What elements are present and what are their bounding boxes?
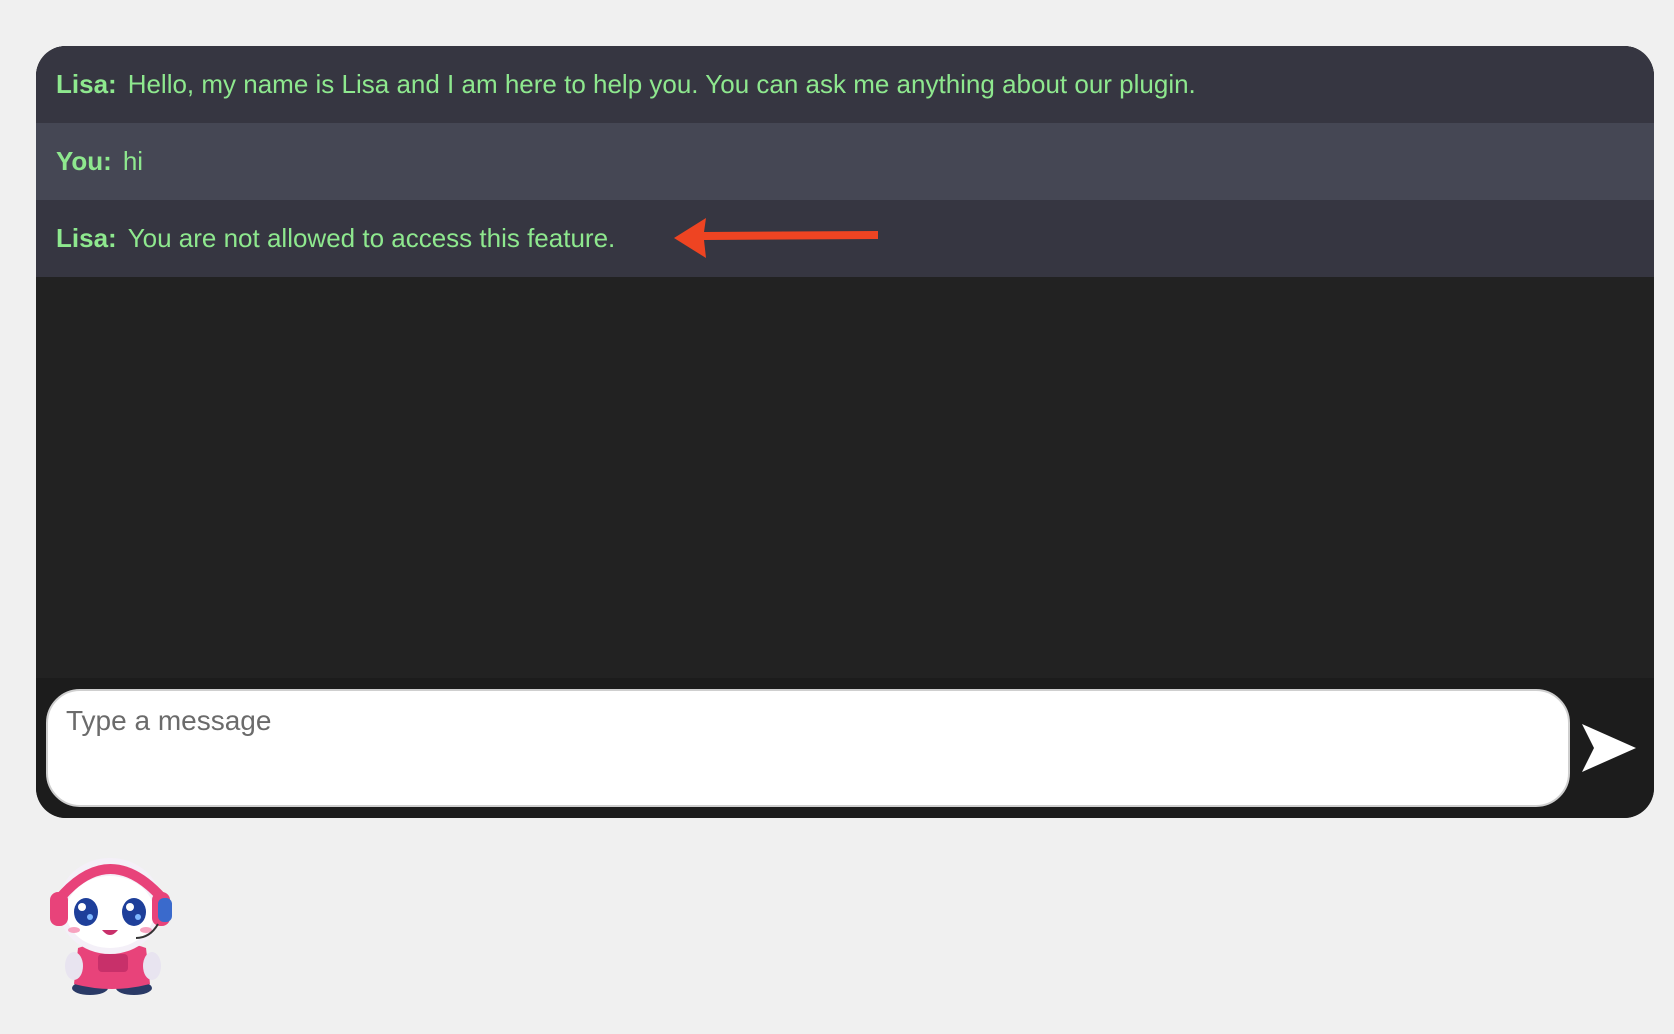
message-row-bot: Lisa: Hello, my name is Lisa and I am he… bbox=[36, 46, 1654, 123]
robot-mascot-icon[interactable] bbox=[46, 848, 180, 998]
message-row-user: You: hi bbox=[36, 123, 1654, 200]
message-text: hi bbox=[122, 146, 144, 176]
message-text: You are not allowed to access this featu… bbox=[127, 223, 616, 253]
red-arrow-left-icon bbox=[674, 218, 878, 258]
message-text: Hello, my name is Lisa and I am here to … bbox=[127, 69, 1196, 99]
chat-window: Lisa: Hello, my name is Lisa and I am he… bbox=[36, 46, 1654, 818]
send-button[interactable] bbox=[1580, 722, 1638, 774]
message-sender: Lisa: bbox=[56, 223, 117, 253]
message-sender: You: bbox=[56, 146, 112, 176]
input-bar bbox=[36, 678, 1654, 818]
message-row-bot: Lisa: You are not allowed to access this… bbox=[36, 200, 1654, 277]
send-arrow-icon bbox=[1582, 724, 1636, 772]
message-input[interactable] bbox=[46, 689, 1570, 807]
message-sender: Lisa: bbox=[56, 69, 117, 99]
message-list: Lisa: Hello, my name is Lisa and I am he… bbox=[36, 46, 1654, 678]
